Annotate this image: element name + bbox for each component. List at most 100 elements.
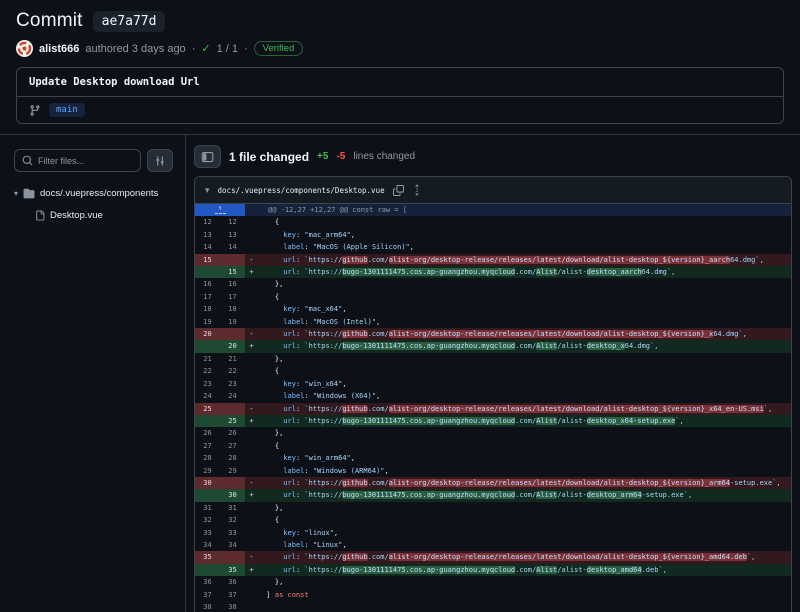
code-segment: .com/	[515, 342, 536, 350]
checks-count[interactable]: 1 / 1	[217, 43, 238, 55]
file-icon	[35, 210, 45, 221]
old-line-number[interactable]: 36	[195, 576, 220, 588]
copy-path-button[interactable]	[393, 185, 404, 196]
diff-code-line: },	[258, 353, 791, 365]
old-line-number[interactable]: 22	[195, 365, 220, 377]
new-line-number[interactable]: 25	[220, 415, 245, 427]
old-line-number[interactable]: 25	[195, 403, 220, 415]
new-line-number[interactable]: 12	[220, 216, 245, 228]
unfold-options-button[interactable]	[412, 184, 422, 196]
code-segment: label	[283, 392, 304, 400]
new-line-number[interactable]	[220, 551, 245, 563]
code-segment: url	[283, 479, 296, 487]
diff-code-line: key: "win_arm64",	[258, 452, 791, 464]
diff-row: 1414 label: "MacOS (Apple Silicon)",	[195, 241, 791, 253]
old-line-number[interactable]: 20	[195, 328, 220, 340]
new-line-number[interactable]: 35	[220, 564, 245, 576]
filter-files-input[interactable]	[14, 149, 141, 172]
author-link[interactable]: alist666	[39, 43, 79, 55]
old-line-number[interactable]: 37	[195, 589, 220, 601]
new-line-number[interactable]: 19	[220, 316, 245, 328]
new-line-number[interactable]: 14	[220, 241, 245, 253]
old-line-number[interactable]: 29	[195, 465, 220, 477]
new-line-number[interactable]	[220, 254, 245, 266]
tree-file-row[interactable]: Desktop.vue	[14, 208, 173, 223]
old-line-number[interactable]: 12	[195, 216, 220, 228]
old-line-number[interactable]: 34	[195, 539, 220, 551]
old-line-number[interactable]: 15	[195, 254, 220, 266]
new-line-number[interactable]	[220, 328, 245, 340]
diff-code-line: {	[258, 216, 791, 228]
new-line-number[interactable]: 17	[220, 291, 245, 303]
new-line-number[interactable]: 32	[220, 514, 245, 526]
new-line-number[interactable]: 26	[220, 427, 245, 439]
old-line-number[interactable]: 32	[195, 514, 220, 526]
diff-sign	[245, 514, 258, 526]
verified-badge[interactable]: Verified	[254, 41, 304, 56]
old-line-number[interactable]: 19	[195, 316, 220, 328]
old-line-number[interactable]: 17	[195, 291, 220, 303]
new-line-number[interactable]: 29	[220, 465, 245, 477]
old-line-number[interactable]	[195, 340, 220, 352]
code-segment: "Linux"	[313, 541, 343, 549]
old-line-number[interactable]	[195, 415, 220, 427]
new-line-number[interactable]: 13	[220, 229, 245, 241]
old-line-number[interactable]: 33	[195, 527, 220, 539]
new-line-number[interactable]: 27	[220, 440, 245, 452]
new-line-number[interactable]	[220, 403, 245, 415]
old-line-number[interactable]: 18	[195, 303, 220, 315]
branch-chip[interactable]: main	[49, 103, 85, 117]
diff-row: 2828 key: "win_arm64",	[195, 452, 791, 464]
new-line-number[interactable]: 20	[220, 340, 245, 352]
old-line-number[interactable]	[195, 266, 220, 278]
diff-code-line: url: `https://github.com/alist-org/deskt…	[258, 551, 791, 563]
old-line-number[interactable]: 21	[195, 353, 220, 365]
old-line-number[interactable]: 23	[195, 378, 220, 390]
old-line-number[interactable]: 35	[195, 551, 220, 563]
word-diff-highlight: bugo-1301111475.cos.ap-guangzhou.myqclou…	[342, 417, 515, 425]
code-segment: "Windows (X64)"	[313, 392, 376, 400]
collapse-file-chevron[interactable]: ▾	[205, 185, 210, 196]
old-line-number[interactable]: 31	[195, 502, 220, 514]
new-line-number[interactable]: 24	[220, 390, 245, 402]
new-line-number[interactable]: 21	[220, 353, 245, 365]
new-line-number[interactable]: 16	[220, 278, 245, 290]
old-line-number[interactable]: 24	[195, 390, 220, 402]
separator-dot: ·	[192, 43, 196, 55]
old-line-number[interactable]	[195, 489, 220, 501]
filter-files-field[interactable]	[38, 156, 133, 166]
new-line-number[interactable]: 33	[220, 527, 245, 539]
expand-up-button[interactable]: ↑	[195, 204, 245, 216]
filter-settings-button[interactable]	[147, 149, 173, 172]
new-line-number[interactable]: 23	[220, 378, 245, 390]
old-line-number[interactable]: 38	[195, 601, 220, 612]
new-line-number[interactable]: 38	[220, 601, 245, 612]
commit-message-box: Update Desktop download Url main	[16, 67, 784, 124]
new-line-number[interactable]: 34	[220, 539, 245, 551]
tree-folder-row[interactable]: ▾ docs/.vuepress/components	[14, 186, 173, 201]
new-line-number[interactable]	[220, 477, 245, 489]
new-line-number[interactable]: 22	[220, 365, 245, 377]
old-line-number[interactable]: 14	[195, 241, 220, 253]
new-line-number[interactable]: 37	[220, 589, 245, 601]
file-path[interactable]: docs/.vuepress/components/Desktop.vue	[218, 186, 385, 195]
new-line-number[interactable]: 15	[220, 266, 245, 278]
code-segment: label	[283, 243, 304, 251]
diff-code-line: url: `https://github.com/alist-org/deskt…	[258, 403, 791, 415]
old-line-number[interactable]: 27	[195, 440, 220, 452]
old-line-number[interactable]: 13	[195, 229, 220, 241]
new-line-number[interactable]: 31	[220, 502, 245, 514]
new-line-number[interactable]: 30	[220, 489, 245, 501]
old-line-number[interactable]: 26	[195, 427, 220, 439]
new-line-number[interactable]: 28	[220, 452, 245, 464]
old-line-number[interactable]: 30	[195, 477, 220, 489]
old-line-number[interactable]	[195, 564, 220, 576]
new-line-number[interactable]: 18	[220, 303, 245, 315]
avatar[interactable]	[16, 40, 33, 57]
file-tree-toggle-button[interactable]	[194, 145, 221, 168]
old-line-number[interactable]: 28	[195, 452, 220, 464]
new-line-number[interactable]: 36	[220, 576, 245, 588]
diff-row: 3737 ] as const	[195, 589, 791, 601]
word-diff-highlight: bugo-1301111475.cos.ap-guangzhou.myqclou…	[342, 342, 515, 350]
old-line-number[interactable]: 16	[195, 278, 220, 290]
